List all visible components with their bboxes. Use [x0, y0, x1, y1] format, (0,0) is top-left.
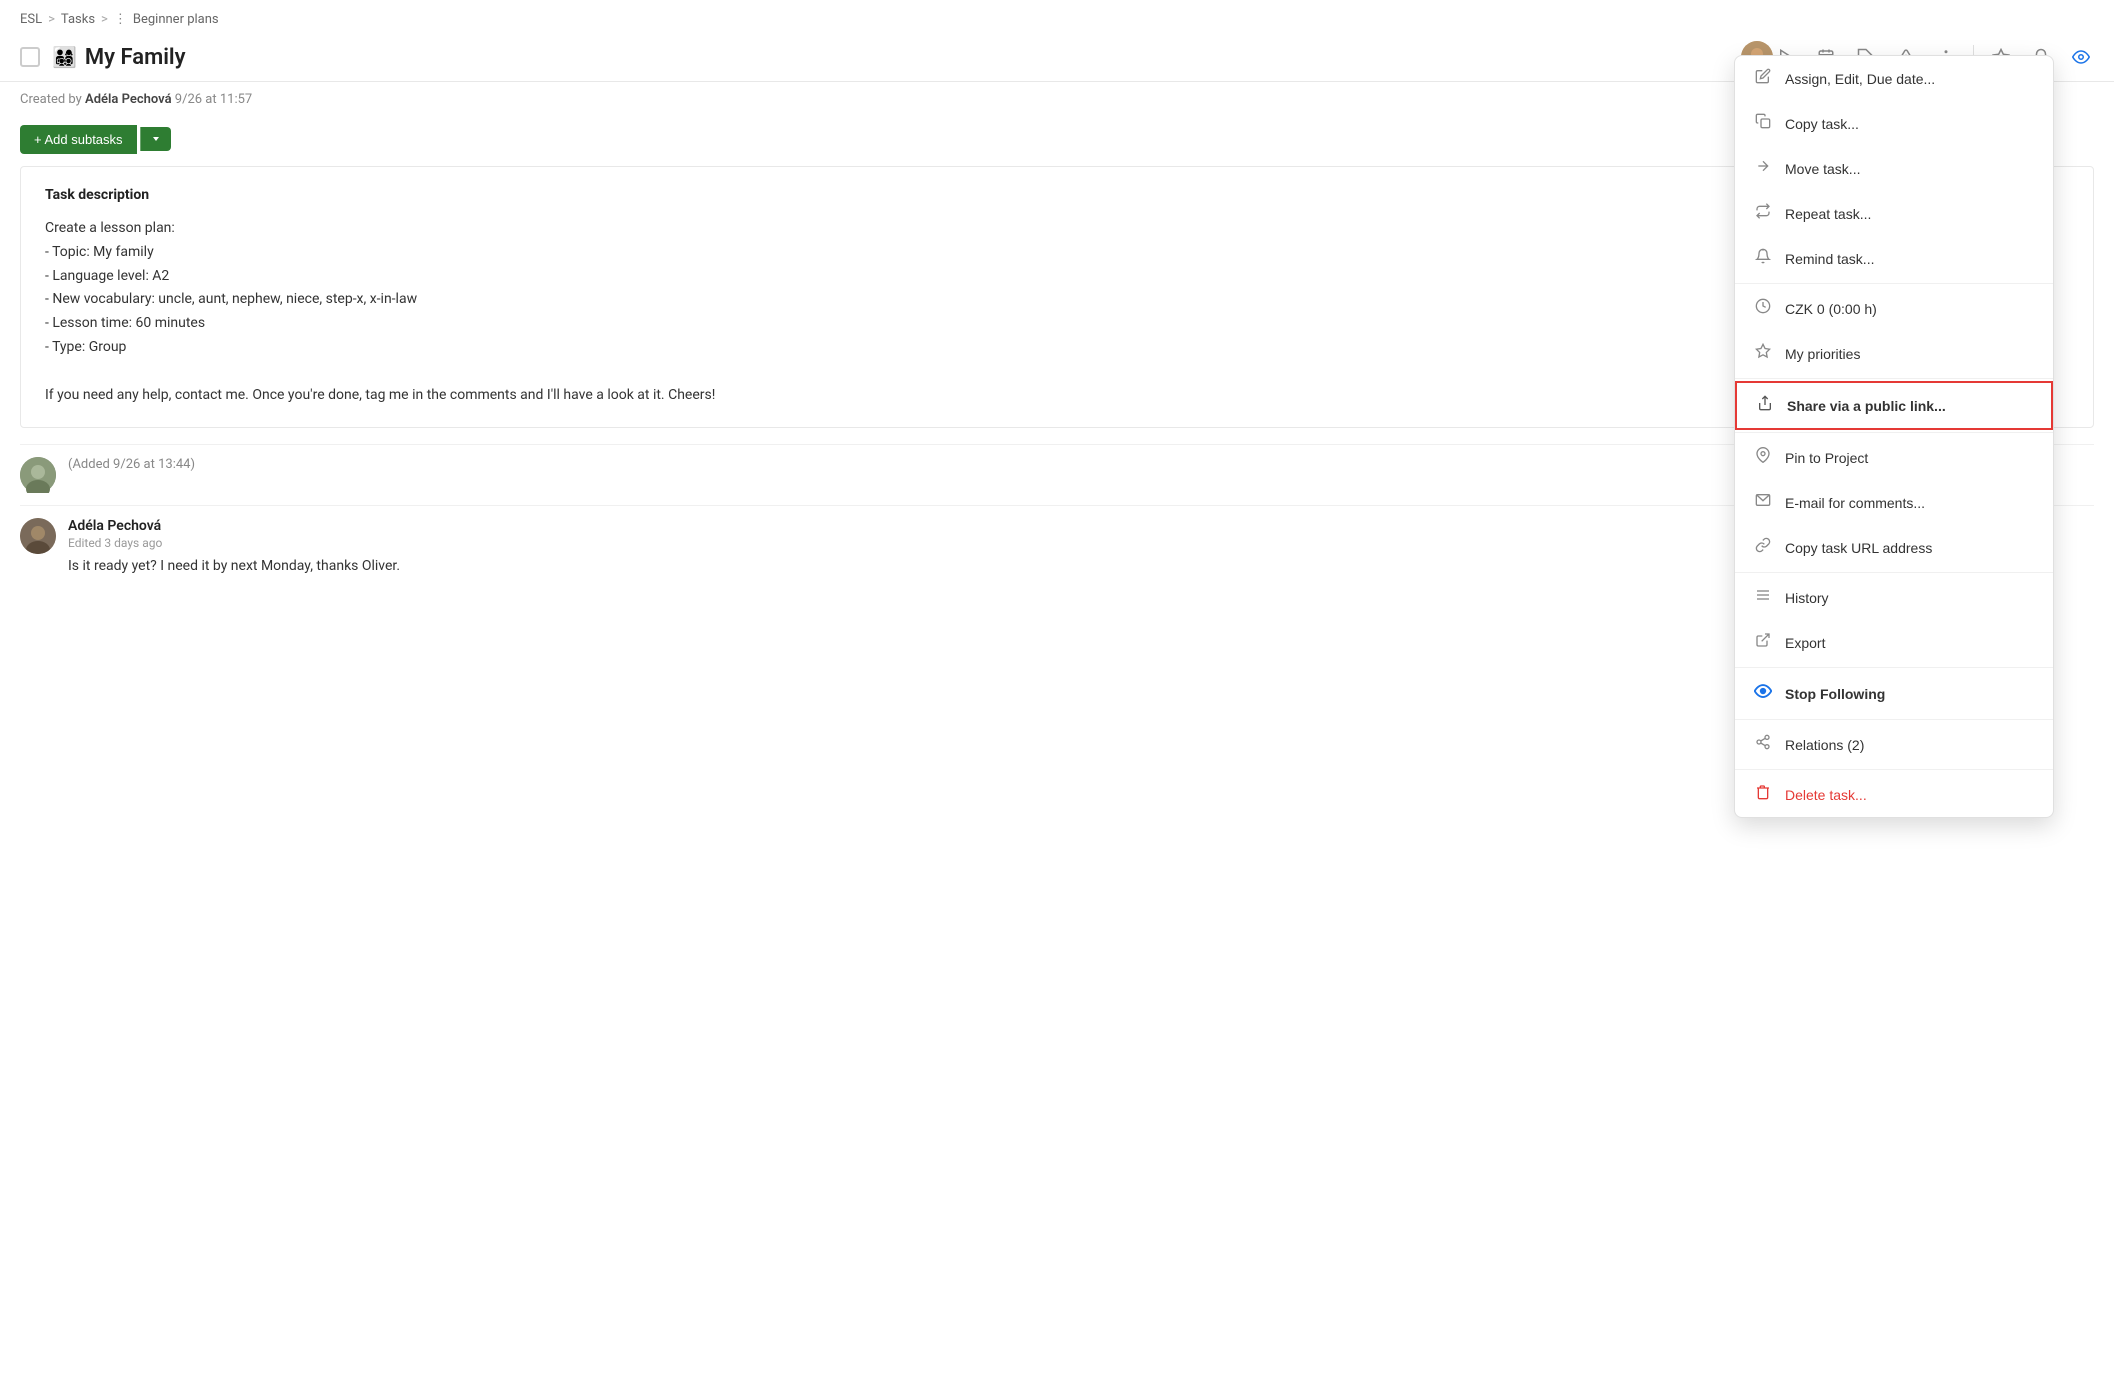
- relations-icon: [1753, 734, 1773, 755]
- share-link-label: Share via a public link...: [1787, 398, 1946, 414]
- breadcrumb-sep-2: >: [101, 12, 108, 27]
- repeat-icon: [1753, 203, 1773, 224]
- task-checkbox[interactable]: [20, 47, 40, 67]
- dropdown-divider-4: [1735, 572, 2053, 573]
- dropdown-copy-url[interactable]: Copy task URL address: [1735, 525, 2053, 570]
- dropdown-history[interactable]: History: [1735, 575, 2053, 620]
- assign-edit-label: Assign, Edit, Due date...: [1785, 71, 1935, 87]
- eye-circle-icon: [1753, 682, 1773, 705]
- dropdown-divider-2: [1735, 378, 2053, 379]
- link-icon: [1753, 537, 1773, 558]
- trash-icon: [1753, 784, 1773, 805]
- dropdown-move-task[interactable]: Move task...: [1735, 146, 2053, 191]
- creator-name: Adéla Pechová: [85, 92, 172, 107]
- copy-url-label: Copy task URL address: [1785, 540, 1932, 556]
- dropdown-divider-7: [1735, 769, 2053, 770]
- breadcrumb-tasks[interactable]: Tasks: [61, 12, 95, 27]
- clock-icon: [1753, 298, 1773, 319]
- move-task-label: Move task...: [1785, 161, 1860, 177]
- remind-task-label: Remind task...: [1785, 251, 1874, 267]
- history-icon: [1753, 587, 1773, 608]
- reminder-bell-icon: [1753, 248, 1773, 269]
- dropdown-relations[interactable]: Relations (2): [1735, 722, 2053, 767]
- email-comments-label: E-mail for comments...: [1785, 495, 1925, 511]
- breadcrumb-dots-icon[interactable]: ⋮: [114, 12, 127, 27]
- dropdown-divider-3: [1735, 432, 2053, 433]
- dropdown-menu: Assign, Edit, Due date... Copy task... M…: [1734, 55, 2054, 818]
- priorities-label: My priorities: [1785, 346, 1860, 362]
- star-outline-icon: [1753, 343, 1773, 364]
- relations-label: Relations (2): [1785, 737, 1864, 753]
- arrow-right-icon: [1753, 158, 1773, 179]
- add-subtasks-button[interactable]: + Add subtasks: [20, 125, 137, 154]
- dropdown-repeat-task[interactable]: Repeat task...: [1735, 191, 2053, 236]
- export-label: Export: [1785, 635, 1825, 651]
- dropdown-divider-1: [1735, 283, 2053, 284]
- delete-task-label: Delete task...: [1785, 787, 1867, 803]
- comment-avatar-2: [20, 518, 56, 554]
- app-container: ESL > Tasks > ⋮ Beginner plans 👨‍👩‍👧‍👦 M…: [0, 0, 2114, 1388]
- dropdown-copy-task[interactable]: Copy task...: [1735, 101, 2053, 146]
- created-at: 9/26 at 11:57: [175, 92, 252, 107]
- dropdown-export[interactable]: Export: [1735, 620, 2053, 665]
- copy-icon: [1753, 113, 1773, 134]
- export-icon: [1753, 632, 1773, 653]
- repeat-task-label: Repeat task...: [1785, 206, 1871, 222]
- dropdown-assign-edit[interactable]: Assign, Edit, Due date...: [1735, 56, 2053, 101]
- breadcrumb: ESL > Tasks > ⋮ Beginner plans: [0, 0, 2114, 33]
- share-icon: [1755, 395, 1775, 416]
- email-icon: [1753, 492, 1773, 513]
- dropdown-divider-6: [1735, 719, 2053, 720]
- pin-icon: [1753, 447, 1773, 468]
- task-title: My Family: [85, 45, 1731, 70]
- dropdown-delete-task[interactable]: Delete task...: [1735, 772, 2053, 817]
- stop-following-label: Stop Following: [1785, 686, 1885, 702]
- dropdown-email-comments[interactable]: E-mail for comments...: [1735, 480, 2053, 525]
- eye-button[interactable]: [2068, 44, 2094, 70]
- system-avatar: [20, 457, 56, 493]
- dropdown-stop-following[interactable]: Stop Following: [1735, 670, 2053, 717]
- pin-project-label: Pin to Project: [1785, 450, 1868, 466]
- dropdown-remind-task[interactable]: Remind task...: [1735, 236, 2053, 281]
- breadcrumb-beginner-plans[interactable]: Beginner plans: [133, 12, 219, 27]
- breadcrumb-sep-1: >: [48, 12, 55, 27]
- history-label: History: [1785, 590, 1829, 606]
- time-label: CZK 0 (0:00 h): [1785, 301, 1877, 317]
- copy-task-label: Copy task...: [1785, 116, 1859, 132]
- dropdown-pin-project[interactable]: Pin to Project: [1735, 435, 2053, 480]
- dropdown-priorities[interactable]: My priorities: [1735, 331, 2053, 376]
- dropdown-share-link[interactable]: Share via a public link...: [1735, 381, 2053, 430]
- task-emoji: 👨‍👩‍👧‍👦: [52, 45, 77, 69]
- dropdown-time[interactable]: CZK 0 (0:00 h): [1735, 286, 2053, 331]
- breadcrumb-esl[interactable]: ESL: [20, 12, 42, 27]
- dropdown-divider-5: [1735, 667, 2053, 668]
- pencil-icon: [1753, 68, 1773, 89]
- add-subtasks-dropdown-button[interactable]: [140, 127, 171, 151]
